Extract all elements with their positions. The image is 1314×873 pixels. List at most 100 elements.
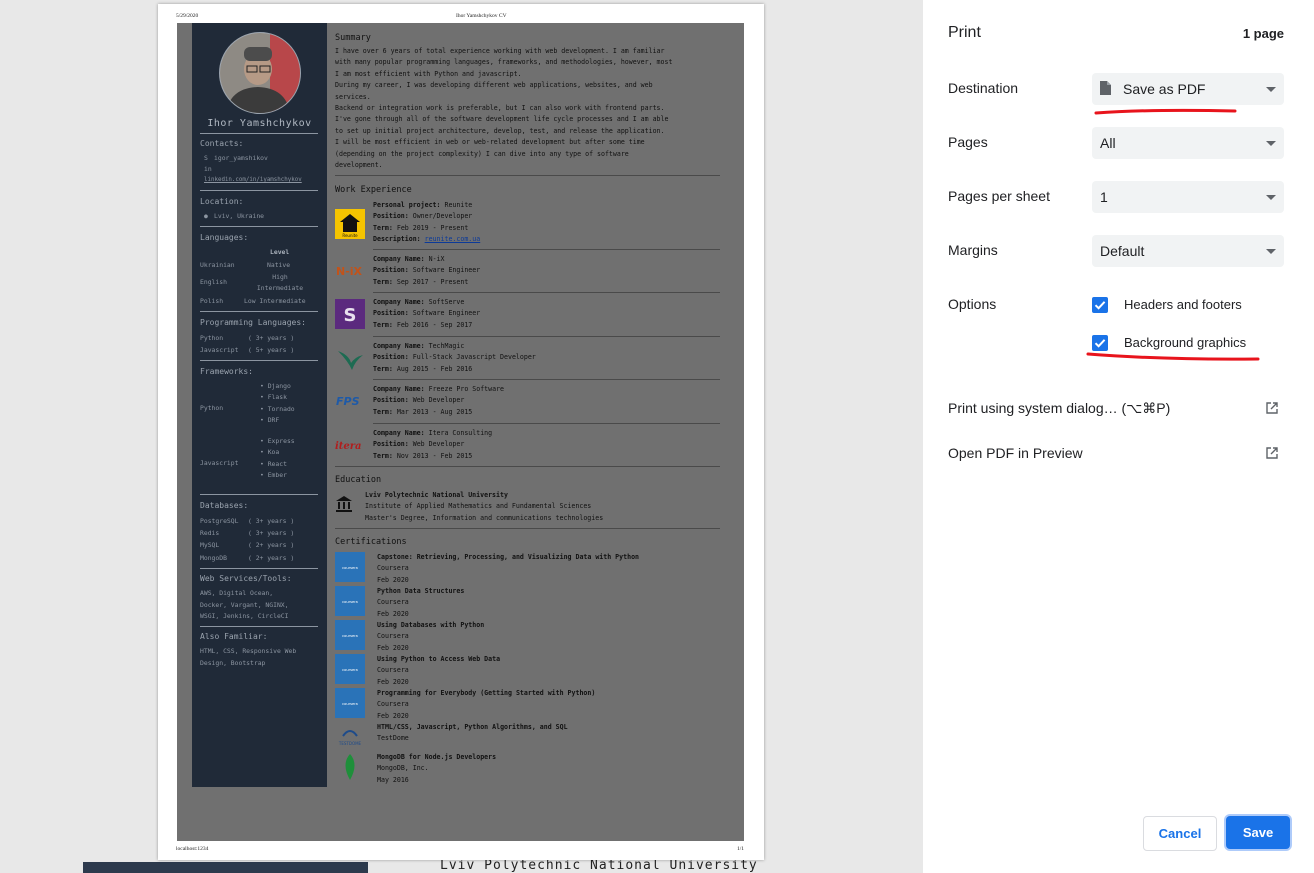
entry-divider <box>373 423 720 424</box>
sidebar-divider <box>200 311 318 312</box>
job-entry: Company Name: SoftServe Position: Softwa… <box>373 298 481 329</box>
frameworks-js-label: Javascript <box>200 459 239 467</box>
svg-text:itera: itera <box>335 441 362 452</box>
svg-text:coursera: coursera <box>342 634 358 638</box>
margins-select[interactable]: Default <box>1092 235 1284 267</box>
linkedin-icon: in <box>204 165 212 173</box>
chevron-down-icon <box>1266 195 1276 200</box>
pages-per-sheet-select[interactable]: 1 <box>1092 181 1284 213</box>
framework-item: • React <box>260 460 287 468</box>
cv-main: Summary I have over 6 years of total exp… <box>335 23 722 841</box>
db-years: ( 2+ years ) <box>248 554 295 562</box>
education-entry: Lviv Polytechnic National University Ins… <box>365 491 604 522</box>
job-entry: Company Name: TechMagic Position: Full-S… <box>373 342 536 373</box>
mongodb-leaf-logo <box>335 752 365 782</box>
also-familiar-line: HTML, CSS, Responsive Web <box>200 647 297 655</box>
work-heading: Work Experience <box>335 185 412 195</box>
svg-text:coursera: coursera <box>342 600 358 604</box>
location-value: Lviv, Ukraine <box>214 212 265 220</box>
coursera-logo: coursera <box>335 654 365 684</box>
coursera-logo: coursera <box>335 620 365 650</box>
headers-footers-label[interactable]: Headers and footers <box>1124 297 1242 312</box>
testdome-logo: TESTDOME <box>335 724 365 754</box>
personal-project-entry: Personal project: Reunite Position: Owne… <box>373 201 481 244</box>
system-dialog-link[interactable]: Print using system dialog… (⌥⌘P) <box>948 400 1170 417</box>
svg-text:coursera: coursera <box>342 668 358 672</box>
print-settings-panel: Print 1 page Destination Save as PDF Pag… <box>923 0 1314 873</box>
page-header-date: 5/29/2020 <box>176 13 199 19</box>
coursera-logo: coursera <box>335 586 365 616</box>
programming-heading: Programming Languages: <box>200 318 306 327</box>
margins-value: Default <box>1100 243 1145 259</box>
cert-entry: Capstone: Retrieving, Processing, and Vi… <box>377 553 640 584</box>
sidebar-divider <box>200 190 318 191</box>
open-external-icon[interactable] <box>1265 401 1279 415</box>
webservices-line: Docker, Vargant, NGINX, <box>200 601 289 609</box>
page-footer-url: localhost:1234 <box>176 846 209 852</box>
pages-per-sheet-value: 1 <box>1100 189 1108 205</box>
open-pdf-preview-link[interactable]: Open PDF in Preview <box>948 445 1083 461</box>
db-years: ( 3+ years ) <box>248 529 295 537</box>
db-years: ( 3+ years ) <box>248 517 295 525</box>
entry-divider <box>373 336 720 337</box>
frameworks-python-label: Python <box>200 404 224 412</box>
underlying-page-sidebar-strip <box>83 862 368 873</box>
language-name: English <box>200 278 227 286</box>
db-years: ( 2+ years ) <box>248 541 295 549</box>
coursera-logo: coursera <box>335 688 365 718</box>
sidebar-divider <box>200 568 318 569</box>
skype-icon: S <box>204 154 208 162</box>
print-preview-page[interactable]: 5/29/2020 Ihor Yamshchykov CV localhost:… <box>158 4 764 860</box>
contacts-heading: Contacts: <box>200 139 244 148</box>
linkedin-link[interactable]: linkedin.com/in/iyamshchykov <box>204 177 302 183</box>
destination-label: Destination <box>948 80 1019 96</box>
prog-lang-name: Python <box>200 334 224 342</box>
language-name: Ukrainian <box>200 261 235 269</box>
framework-item: • Tornado <box>260 405 295 413</box>
destination-select[interactable]: Save as PDF <box>1092 73 1284 105</box>
reunite-link[interactable]: reunite.com.ua <box>425 235 481 243</box>
section-divider <box>335 175 720 176</box>
headers-footers-checkbox[interactable] <box>1092 297 1108 313</box>
nix-logo: N-iX <box>335 256 365 286</box>
also-familiar-heading: Also Familiar: <box>200 632 268 641</box>
also-familiar-line: Design, Bootstrap <box>200 659 266 667</box>
document-icon <box>1100 81 1111 95</box>
underlying-page-text: Lviv Polytechnic National University <box>440 858 758 873</box>
db-name: MySQL <box>200 541 220 549</box>
summary-heading: Summary <box>335 33 371 43</box>
cert-entry: Programming for Everybody (Getting Start… <box>377 689 596 720</box>
webservices-line: WSGI, Jenkins, CircleCI <box>200 612 289 620</box>
db-name: Redis <box>200 529 220 537</box>
certifications-heading: Certifications <box>335 537 407 547</box>
pages-select[interactable]: All <box>1092 127 1284 159</box>
background-graphics-label[interactable]: Background graphics <box>1124 335 1246 350</box>
svg-text:coursera: coursera <box>342 702 358 706</box>
framework-item: • Ember <box>260 471 287 479</box>
sidebar-divider <box>200 360 318 361</box>
sidebar-divider <box>200 133 318 134</box>
cv-sidebar: Ihor Yamshchykov Contacts: S igor_yamshi… <box>192 23 327 787</box>
svg-text:N-iX: N-iX <box>336 265 363 278</box>
section-divider <box>335 466 720 467</box>
reunite-logo: Reunite <box>335 209 365 239</box>
framework-item: • Koa <box>260 448 280 456</box>
language-level: Low Intermediate <box>244 297 306 305</box>
languages-heading: Languages: <box>200 233 249 242</box>
save-button[interactable]: Save <box>1226 816 1290 849</box>
job-entry: Company Name: Itera Consulting Position:… <box>373 429 493 460</box>
prog-lang-years: ( 5+ years ) <box>248 346 295 354</box>
db-name: MongoDB <box>200 554 227 562</box>
section-divider <box>335 528 720 529</box>
sidebar-divider <box>200 494 318 495</box>
databases-heading: Databases: <box>200 501 249 510</box>
cert-entry: Using Python to Access Web Data Coursera F… <box>377 655 501 686</box>
open-external-icon[interactable] <box>1265 446 1279 460</box>
chevron-down-icon <box>1266 141 1276 146</box>
cancel-button[interactable]: Cancel <box>1143 816 1217 851</box>
education-heading: Education <box>335 475 382 485</box>
sidebar-divider <box>200 226 318 227</box>
background-graphics-checkbox[interactable] <box>1092 335 1108 351</box>
summary-text: I have over 6 years of total experience … <box>335 47 673 170</box>
checkmark-icon <box>1094 339 1106 348</box>
